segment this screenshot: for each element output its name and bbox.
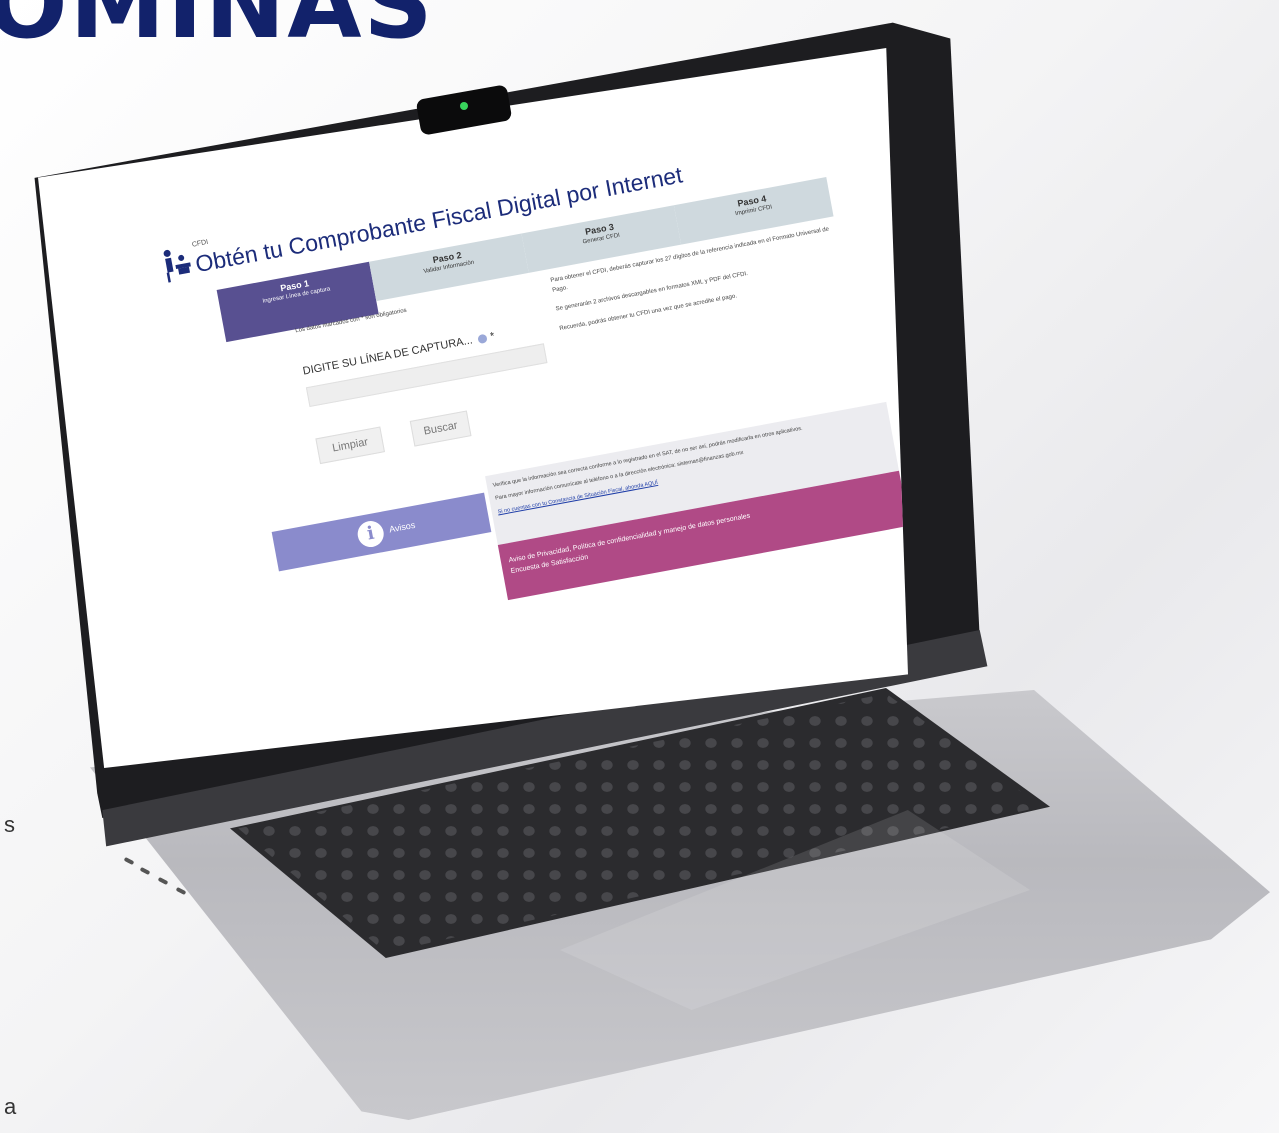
notices-label: Avisos: [388, 519, 417, 535]
info-icon: i: [355, 518, 386, 550]
page-headline: ÓMINAS: [0, 0, 435, 60]
required-mark: *: [489, 330, 496, 343]
app-tag: CFDI: [191, 238, 209, 249]
edge-text-fragment: a: [4, 1094, 17, 1119]
help-icon[interactable]: [477, 333, 489, 344]
camera-led-icon: [460, 102, 468, 110]
edge-text-fragment: s: [4, 812, 15, 837]
notices-header: i Avisos: [271, 492, 492, 572]
laptop-ports: [118, 855, 198, 915]
clear-button[interactable]: Limpiar: [315, 426, 385, 465]
cfdi-web-page: CFDI Obtén tu Comprobante Fiscal Digital…: [158, 122, 908, 680]
step-2-tab[interactable]: Paso 2 Validar Información: [369, 233, 529, 302]
person-desk-icon: [163, 249, 191, 283]
search-button[interactable]: Buscar: [409, 410, 472, 447]
